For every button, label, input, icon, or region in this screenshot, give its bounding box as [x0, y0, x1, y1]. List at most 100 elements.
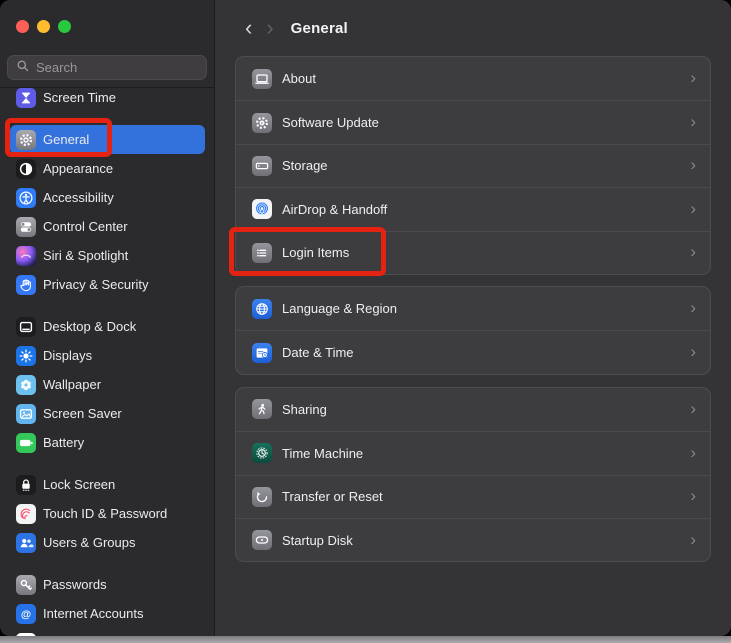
sidebar-item-displays[interactable]: Displays: [10, 341, 205, 370]
settings-row-sharing[interactable]: Sharing ›: [236, 388, 710, 431]
privacy-hand-icon: [16, 275, 36, 295]
system-settings-window: Search Screen Time General: [0, 0, 731, 636]
svg-text:@: @: [21, 608, 31, 620]
sidebar-item-label: Appearance: [43, 161, 113, 176]
settings-row-language-region[interactable]: Language & Region ›: [236, 287, 710, 330]
settings-row-label: Sharing: [282, 402, 327, 417]
settings-row-storage[interactable]: Storage ›: [236, 144, 710, 187]
desktop-dock-icon: [16, 317, 36, 337]
sidebar-item-siri-spotlight[interactable]: Siri & Spotlight: [10, 241, 205, 270]
sidebar-item-battery[interactable]: Battery: [10, 428, 205, 457]
sidebar-item-users-groups[interactable]: Users & Groups: [10, 528, 205, 557]
settings-row-about[interactable]: About ›: [236, 57, 710, 100]
chevron-right-icon: ›: [690, 400, 696, 417]
key-icon: [16, 575, 36, 595]
sidebar-item-label: Wallpaper: [43, 377, 101, 392]
settings-row-date-time[interactable]: Date & Time ›: [236, 330, 710, 373]
forward-chevron-icon[interactable]: ›: [266, 17, 273, 39]
desktop-edge-strip: [0, 636, 731, 643]
sidebar-item-passwords[interactable]: Passwords: [10, 570, 205, 599]
chevron-right-icon: ›: [690, 343, 696, 360]
chevron-right-icon: ›: [690, 243, 696, 260]
chevron-right-icon: ›: [690, 444, 696, 461]
sidebar-item-game-center[interactable]: Game Center: [10, 628, 205, 636]
chevron-right-icon: ›: [690, 113, 696, 130]
reset-arrow-icon: [252, 487, 272, 507]
settings-row-airdrop-handoff[interactable]: AirDrop & Handoff ›: [236, 187, 710, 230]
detail-pane: ‹ › General About › Software Update ›: [215, 0, 731, 636]
sidebar-item-privacy-security[interactable]: Privacy & Security: [10, 270, 205, 299]
sidebar-item-label: Users & Groups: [43, 535, 135, 550]
fingerprint-icon: [16, 504, 36, 524]
search-placeholder: Search: [36, 60, 77, 75]
settings-row-label: Date & Time: [282, 345, 354, 360]
minimize-button[interactable]: [37, 20, 50, 33]
settings-row-label: Storage: [282, 158, 328, 173]
globe-icon: [252, 299, 272, 319]
sidebar-item-label: Control Center: [43, 219, 128, 234]
sidebar-item-internet-accounts[interactable]: @ Internet Accounts: [10, 599, 205, 628]
appearance-icon: [16, 159, 36, 179]
calendar-clock-icon: [252, 343, 272, 363]
sidebar-item-label: Privacy & Security: [43, 277, 148, 292]
sidebar-item-touch-id-password[interactable]: Touch ID & Password: [10, 499, 205, 528]
sidebar-item-label: Displays: [43, 348, 92, 363]
laptop-icon: [252, 69, 272, 89]
battery-icon: [16, 433, 36, 453]
screen-time-icon: [16, 88, 36, 108]
sidebar-item-screen-time[interactable]: Screen Time: [10, 87, 205, 112]
settings-row-label: Time Machine: [282, 446, 363, 461]
chevron-right-icon: ›: [690, 299, 696, 316]
sidebar-list: Screen Time General Appearance: [0, 87, 214, 636]
displays-sun-icon: [16, 346, 36, 366]
search-input[interactable]: Search: [7, 55, 207, 80]
settings-row-software-update[interactable]: Software Update ›: [236, 100, 710, 143]
settings-row-transfer-or-reset[interactable]: Transfer or Reset ›: [236, 475, 710, 518]
airdrop-icon: [252, 199, 272, 219]
sidebar-item-desktop-dock[interactable]: Desktop & Dock: [10, 312, 205, 341]
chevron-right-icon: ›: [690, 487, 696, 504]
settings-group-3: Sharing › Time Machine › Transfer or Res…: [235, 387, 711, 563]
users-icon: [16, 533, 36, 553]
page-title: General: [291, 20, 348, 37]
close-button[interactable]: [16, 20, 29, 33]
sidebar-item-control-center[interactable]: Control Center: [10, 212, 205, 241]
sharing-icon: [252, 399, 272, 419]
settings-row-label: Login Items: [282, 245, 349, 260]
sidebar-item-label: General: [43, 132, 89, 147]
accessibility-icon: [16, 188, 36, 208]
sidebar-item-label: Screen Time: [43, 90, 116, 105]
control-center-icon: [16, 217, 36, 237]
sidebar-item-label: Internet Accounts: [43, 606, 143, 621]
back-chevron-icon[interactable]: ‹: [245, 17, 252, 39]
traffic-lights: [16, 20, 71, 33]
sidebar-item-label: Passwords: [43, 577, 107, 592]
sidebar-item-accessibility[interactable]: Accessibility: [10, 183, 205, 212]
settings-row-label: About: [282, 71, 316, 86]
sidebar-item-wallpaper[interactable]: Wallpaper: [10, 370, 205, 399]
sidebar-item-label: Screen Saver: [43, 406, 122, 421]
settings-row-time-machine[interactable]: Time Machine ›: [236, 431, 710, 474]
settings-row-startup-disk[interactable]: Startup Disk ›: [236, 518, 710, 561]
login-items-list-icon: [252, 243, 272, 263]
sidebar-item-label: Desktop & Dock: [43, 319, 136, 334]
settings-group-1: About › Software Update › Storage ›: [235, 56, 711, 275]
settings-row-login-items[interactable]: Login Items ›: [236, 231, 710, 274]
sidebar-item-lock-screen[interactable]: Lock Screen: [10, 470, 205, 499]
sidebar-item-appearance[interactable]: Appearance: [10, 154, 205, 183]
sidebar-item-general[interactable]: General: [10, 125, 205, 154]
sidebar-item-label: Battery: [43, 435, 84, 450]
wallpaper-flower-icon: [16, 375, 36, 395]
settings-group-2: Language & Region › Date & Time ›: [235, 286, 711, 375]
search-icon: [16, 59, 30, 76]
startup-disk-icon: [252, 530, 272, 550]
settings-row-label: Software Update: [282, 115, 379, 130]
sidebar-item-screen-saver[interactable]: Screen Saver: [10, 399, 205, 428]
sidebar-item-label: Accessibility: [43, 190, 114, 205]
zoom-button[interactable]: [58, 20, 71, 33]
sidebar-item-label: Touch ID & Password: [43, 506, 167, 521]
settings-row-label: Transfer or Reset: [282, 489, 383, 504]
settings-row-label: Language & Region: [282, 301, 397, 316]
storage-drive-icon: [252, 156, 272, 176]
time-machine-icon: [252, 443, 272, 463]
